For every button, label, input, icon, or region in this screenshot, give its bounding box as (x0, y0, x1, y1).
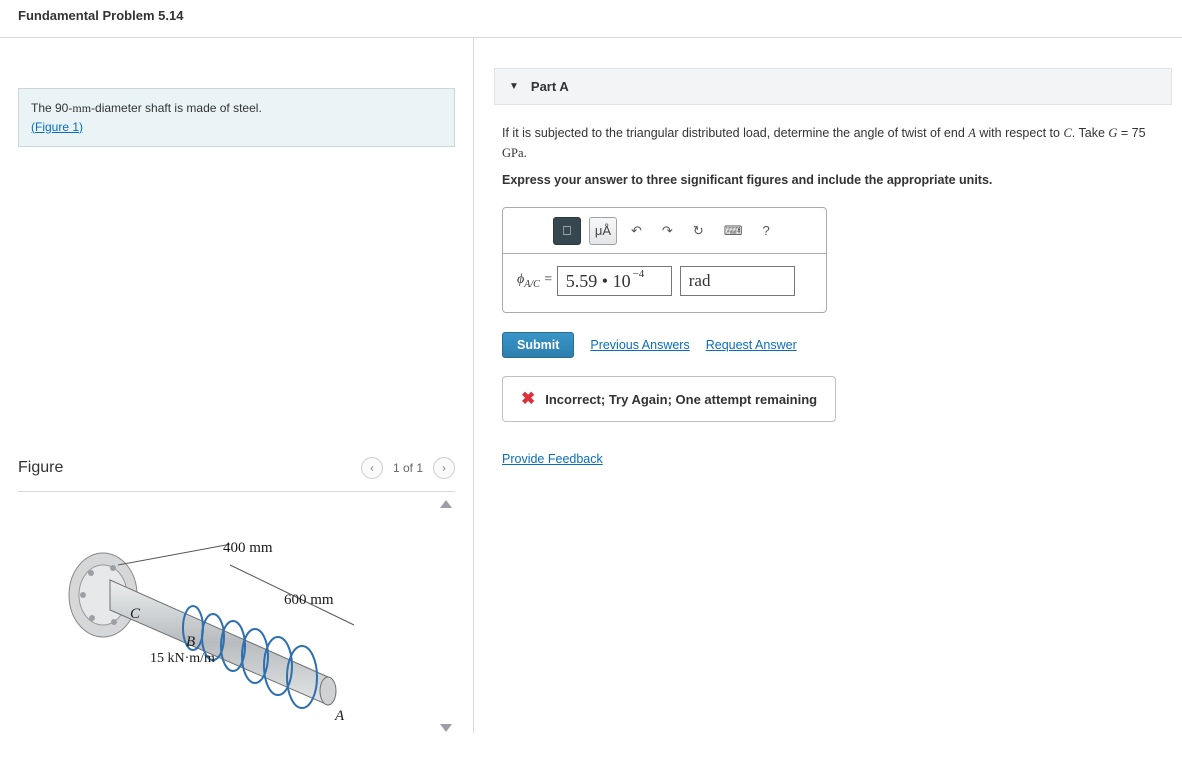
figure-pager: ‹ 1 of 1 › (361, 457, 455, 479)
instruction-text: Express your answer to three significant… (502, 173, 1164, 187)
part-header[interactable]: ▼ Part A (494, 68, 1172, 105)
q-period: . (524, 146, 527, 160)
dim-400: 400 mm (223, 540, 273, 556)
redo-icon[interactable]: ↷ (656, 219, 679, 243)
provide-feedback-link[interactable]: Provide Feedback (502, 452, 603, 466)
q-post: . Take (1072, 126, 1109, 140)
previous-answers-link[interactable]: Previous Answers (590, 338, 689, 352)
feedback-message: ✖ Incorrect; Try Again; One attempt rema… (502, 376, 836, 422)
answer-value-input[interactable]: 5.59 • 10−4 (557, 266, 672, 296)
figure-page-indicator: 1 of 1 (393, 461, 423, 475)
figure-section: Figure ‹ 1 of 1 › (18, 457, 455, 733)
question-text: If it is subjected to the triangular dis… (502, 123, 1164, 163)
phi-eq: = (540, 272, 553, 287)
label-load: 15 kN·m/m (150, 651, 215, 666)
q-pre: If it is subjected to the triangular dis… (502, 126, 968, 140)
prompt-text-post: -diameter shaft is made of steel. (91, 101, 262, 115)
help-icon[interactable]: ? (756, 219, 775, 242)
prompt-text-pre: The 90- (31, 101, 72, 115)
prompt-mm: mm (72, 101, 91, 115)
q-mid: with respect to (976, 126, 1064, 140)
figure-prev-button[interactable]: ‹ (361, 457, 383, 479)
problem-prompt: The 90-mm-diameter shaft is made of stee… (18, 88, 455, 147)
figure-image: 400 mm 600 mm C B A 15 kN·m/m (18, 492, 437, 733)
q-var-A: A (968, 126, 976, 140)
scroll-down-icon[interactable] (440, 724, 452, 732)
answer-prefix: ϕA/C = (517, 272, 553, 290)
q-gunit: GPa (502, 146, 524, 160)
undo-icon[interactable]: ↶ (625, 219, 648, 243)
right-column: ▼ Part A If it is subjected to the trian… (474, 38, 1182, 733)
label-C: C (130, 606, 141, 622)
value-exp: −4 (633, 268, 645, 280)
shaft-diagram: 400 mm 600 mm C B A 15 kN·m/m (58, 510, 398, 730)
symbols-button[interactable]: μÅ (589, 217, 617, 245)
request-answer-link[interactable]: Request Answer (706, 338, 797, 352)
incorrect-x-icon: ✖ (521, 389, 535, 409)
keyboard-icon[interactable]: ⌨ (718, 219, 749, 243)
dim-600: 600 mm (284, 592, 334, 608)
scroll-up-icon[interactable] (440, 500, 452, 508)
answer-unit-input[interactable]: rad (680, 266, 795, 296)
template-button[interactable]: ⎕ (553, 217, 581, 245)
q-var-C: C (1063, 126, 1071, 140)
phi-sub: A/C (524, 279, 540, 290)
answer-widget: ⎕ μÅ ↶ ↷ ↻ ⌨ ? ϕA/C = 5.59 • 10−4 (502, 207, 827, 313)
q-gval: = 75 (1117, 126, 1145, 140)
reset-icon[interactable]: ↻ (687, 219, 710, 243)
submit-button[interactable]: Submit (502, 332, 574, 358)
collapse-caret-icon: ▼ (509, 81, 519, 92)
figure-next-button[interactable]: › (433, 457, 455, 479)
answer-toolbar: ⎕ μÅ ↶ ↷ ↻ ⌨ ? (503, 208, 826, 254)
feedback-text: Incorrect; Try Again; One attempt remain… (545, 392, 817, 407)
left-column: The 90-mm-diameter shaft is made of stee… (0, 38, 474, 733)
page-title: Fundamental Problem 5.14 (0, 0, 1182, 37)
part-label: Part A (531, 79, 569, 94)
figure-heading: Figure (18, 459, 63, 477)
label-A: A (334, 708, 345, 724)
value-main: 5.59 • 10 (566, 271, 631, 292)
figure-scrollbar[interactable] (437, 492, 455, 732)
figure-link[interactable]: (Figure 1) (31, 120, 83, 134)
label-B: B (186, 634, 195, 650)
